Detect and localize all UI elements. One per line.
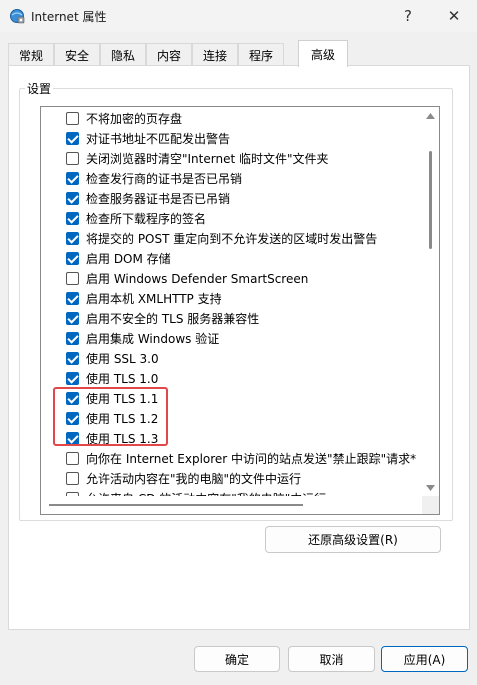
setting-checkbox-checked[interactable]: [66, 391, 79, 405]
setting-label: 关闭浏览器时清空"Internet 临时文件"文件夹: [86, 151, 329, 166]
setting-checkbox-checked[interactable]: [66, 371, 79, 385]
scroll-down-arrow-icon[interactable]: [426, 485, 435, 491]
setting-label: 启用 Windows Defender SmartScreen: [86, 271, 309, 286]
help-button[interactable]: ?: [385, 0, 431, 32]
setting-checkbox-checked[interactable]: [66, 411, 79, 425]
settings-list-items: 不将加密的页存盘对证书地址不匹配发出警告关闭浏览器时清空"Internet 临时…: [41, 107, 422, 496]
setting-label: 将提交的 POST 重定向到不允许发送的区域时发出警告: [86, 231, 378, 246]
tab-label: 内容: [156, 48, 181, 63]
vertical-scroll-thumb[interactable]: [429, 151, 432, 249]
scroll-up-arrow-icon[interactable]: [426, 113, 435, 119]
window-title: Internet 属性: [31, 10, 107, 24]
tab-connections[interactable]: 连接: [192, 43, 238, 66]
internet-explorer-icon: [10, 9, 25, 24]
apply-button-label: 应用(A): [403, 652, 446, 667]
setting-label: 使用 TLS 1.2: [86, 411, 159, 426]
setting-row[interactable]: 使用 TLS 1.3: [41, 428, 422, 448]
setting-checkbox-checked[interactable]: [66, 131, 79, 145]
setting-label: 启用集成 Windows 验证: [86, 331, 220, 346]
ok-button-label: 确定: [224, 652, 249, 667]
ok-button[interactable]: 确定: [194, 646, 280, 672]
tab-advanced[interactable]: 高级: [298, 40, 348, 67]
setting-row[interactable]: 向你在 Internet Explorer 中访问的站点发送"禁止跟踪"请求*: [41, 448, 422, 468]
setting-row[interactable]: 使用 TLS 1.2: [41, 408, 422, 428]
help-icon: ?: [404, 7, 412, 25]
restore-button-label: 还原高级设置(R): [308, 533, 398, 547]
tab-label: 安全: [64, 48, 89, 63]
setting-row[interactable]: 启用本机 XMLHTTP 支持: [41, 288, 422, 308]
setting-label: 对证书地址不匹配发出警告: [86, 131, 231, 146]
setting-checkbox-checked[interactable]: [66, 251, 79, 265]
tab-content[interactable]: 内容: [146, 43, 192, 66]
settings-list[interactable]: 不将加密的页存盘对证书地址不匹配发出警告关闭浏览器时清空"Internet 临时…: [40, 106, 440, 515]
setting-checkbox-checked[interactable]: [66, 171, 79, 185]
title-bar: Internet 属性 ? ✕: [0, 0, 477, 32]
setting-label: 向你在 Internet Explorer 中访问的站点发送"禁止跟踪"请求*: [86, 451, 417, 466]
setting-label: 使用 TLS 1.0: [86, 371, 159, 386]
setting-row[interactable]: 使用 TLS 1.0: [41, 368, 422, 388]
setting-label: 启用本机 XMLHTTP 支持: [86, 291, 222, 306]
setting-row[interactable]: 启用不安全的 TLS 服务器兼容性: [41, 308, 422, 328]
setting-row[interactable]: 关闭浏览器时清空"Internet 临时文件"文件夹: [41, 148, 422, 168]
setting-row[interactable]: 检查所下载程序的签名: [41, 208, 422, 228]
setting-checkbox-checked[interactable]: [66, 211, 79, 225]
setting-row[interactable]: 将提交的 POST 重定向到不允许发送的区域时发出警告: [41, 228, 422, 248]
setting-checkbox-checked[interactable]: [66, 191, 79, 205]
setting-checkbox-checked[interactable]: [66, 431, 79, 445]
tab-label: 隐私: [110, 48, 135, 63]
setting-checkbox-checked[interactable]: [66, 331, 79, 345]
setting-row[interactable]: 启用集成 Windows 验证: [41, 328, 422, 348]
setting-row[interactable]: 不将加密的页存盘: [41, 108, 422, 128]
setting-checkbox-checked[interactable]: [66, 231, 79, 245]
restore-advanced-settings-button[interactable]: 还原高级设置(R): [265, 526, 441, 553]
tab-label: 程序: [248, 48, 273, 63]
setting-checkbox-checked[interactable]: [66, 351, 79, 365]
tab-label: 高级: [310, 47, 335, 62]
setting-label: 允许活动内容在"我的电脑"的文件中运行: [86, 471, 302, 486]
cancel-button[interactable]: 取消: [288, 646, 375, 672]
setting-label: 启用不安全的 TLS 服务器兼容性: [86, 311, 260, 326]
setting-checkbox[interactable]: [66, 471, 79, 485]
horizontal-scrollbar[interactable]: [41, 496, 422, 514]
setting-row[interactable]: 允许来自 CD 的活动内容在"我的电脑"中运行: [41, 488, 422, 496]
setting-label: 使用 SSL 3.0: [86, 351, 159, 366]
setting-row[interactable]: 使用 TLS 1.1: [41, 388, 422, 408]
settings-group-label: 设置: [25, 80, 54, 97]
setting-checkbox[interactable]: [66, 111, 79, 125]
setting-checkbox-checked[interactable]: [66, 291, 79, 305]
setting-row[interactable]: 启用 DOM 存储: [41, 248, 422, 268]
close-icon: ✕: [447, 7, 461, 25]
setting-label: 检查发行商的证书是否已吊销: [86, 171, 243, 186]
setting-checkbox[interactable]: [66, 451, 79, 465]
tab-label: 连接: [202, 48, 227, 63]
setting-label: 启用 DOM 存储: [86, 251, 171, 266]
tab-label: 常规: [18, 48, 43, 63]
tab-strip: 常规 安全 隐私 内容 连接 程序 高级: [8, 40, 470, 67]
setting-label: 使用 TLS 1.3: [86, 431, 159, 446]
tab-programs[interactable]: 程序: [238, 43, 284, 66]
tab-general[interactable]: 常规: [8, 43, 54, 66]
setting-row[interactable]: 检查发行商的证书是否已吊销: [41, 168, 422, 188]
horizontal-scroll-thumb[interactable]: [49, 504, 303, 506]
setting-row[interactable]: 对证书地址不匹配发出警告: [41, 128, 422, 148]
setting-label: 使用 TLS 1.1: [86, 391, 159, 406]
setting-checkbox[interactable]: [66, 271, 79, 285]
close-button[interactable]: ✕: [431, 0, 477, 32]
tab-privacy[interactable]: 隐私: [100, 43, 146, 66]
vertical-scrollbar[interactable]: [422, 107, 439, 496]
cancel-button-label: 取消: [319, 652, 344, 667]
scrollbar-corner: [422, 496, 439, 514]
tab-security[interactable]: 安全: [54, 43, 100, 66]
setting-checkbox-checked[interactable]: [66, 311, 79, 325]
setting-row[interactable]: 检查服务器证书是否已吊销: [41, 188, 422, 208]
setting-label: 检查所下载程序的签名: [86, 211, 207, 226]
setting-row[interactable]: 启用 Windows Defender SmartScreen: [41, 268, 422, 288]
setting-label: 检查服务器证书是否已吊销: [86, 191, 231, 206]
setting-row[interactable]: 使用 SSL 3.0: [41, 348, 422, 368]
setting-row[interactable]: 允许活动内容在"我的电脑"的文件中运行: [41, 468, 422, 488]
setting-label: 不将加密的页存盘: [86, 111, 183, 126]
apply-button[interactable]: 应用(A): [381, 646, 468, 672]
setting-checkbox[interactable]: [66, 151, 79, 165]
